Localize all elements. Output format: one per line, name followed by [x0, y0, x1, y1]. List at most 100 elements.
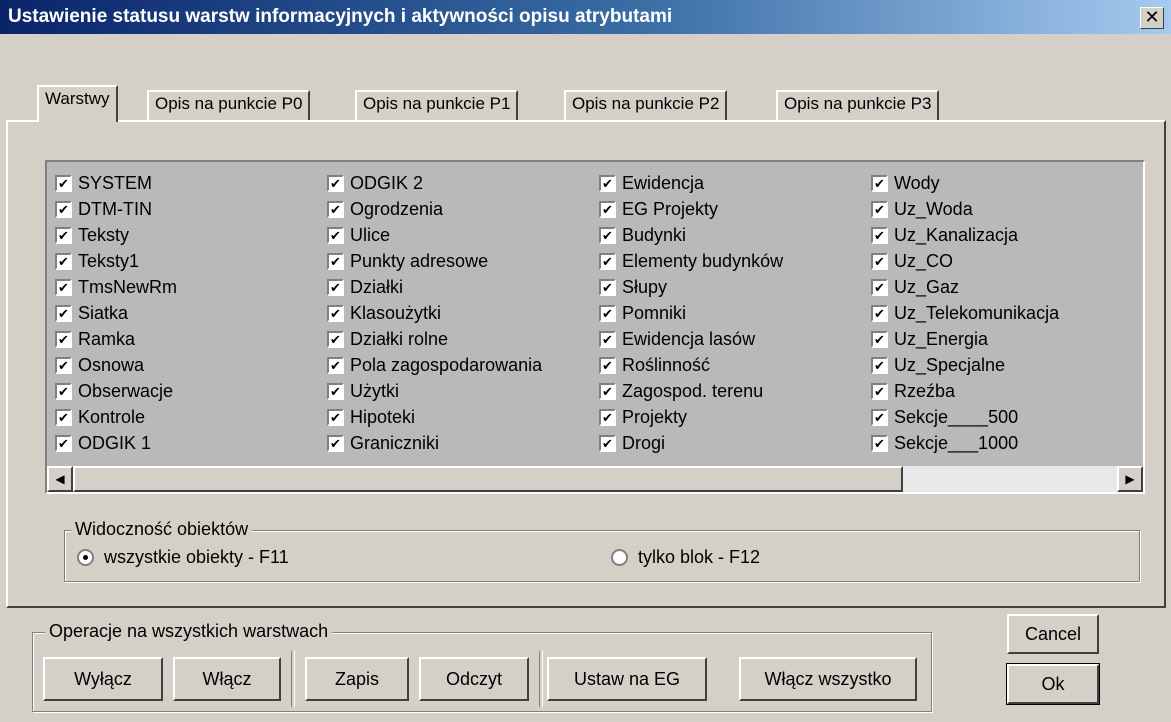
checkbox-checked-icon[interactable]: ✔ — [327, 304, 344, 322]
radio-all-objects[interactable]: wszystkie obiekty - F11 — [77, 547, 289, 568]
close-button[interactable]: ✕ — [1140, 7, 1164, 29]
checkbox-checked-icon[interactable]: ✔ — [327, 382, 344, 400]
layer-checkbox-item[interactable]: ✔ ODGIK 1 — [55, 430, 177, 456]
horizontal-scrollbar[interactable]: ◀ ▶ — [47, 466, 1143, 492]
checkbox-checked-icon[interactable]: ✔ — [327, 434, 344, 452]
checkbox-checked-icon[interactable]: ✔ — [871, 382, 888, 400]
layer-checkbox-item[interactable]: ✔ Pomniki — [599, 300, 783, 326]
layer-checkbox-item[interactable]: ✔ Graniczniki — [327, 430, 542, 456]
scroll-thumb[interactable] — [73, 466, 903, 492]
layer-checkbox-item[interactable]: ✔ Działki rolne — [327, 326, 542, 352]
layer-checkbox-item[interactable]: ✔ Roślinność — [599, 352, 783, 378]
checkbox-checked-icon[interactable]: ✔ — [599, 174, 616, 192]
checkbox-checked-icon[interactable]: ✔ — [327, 356, 344, 374]
layer-checkbox-item[interactable]: ✔ Obserwacje — [55, 378, 177, 404]
checkbox-checked-icon[interactable]: ✔ — [599, 252, 616, 270]
layer-checkbox-item[interactable]: ✔ Uz_Specjalne — [871, 352, 1059, 378]
checkbox-checked-icon[interactable]: ✔ — [599, 304, 616, 322]
checkbox-checked-icon[interactable]: ✔ — [871, 174, 888, 192]
layer-checkbox-item[interactable]: ✔ Zagospod. terenu — [599, 378, 783, 404]
layer-checkbox-item[interactable]: ✔ Wody — [871, 170, 1059, 196]
tab-opis-p2[interactable]: Opis na punkcie P2 — [564, 90, 728, 120]
checkbox-checked-icon[interactable]: ✔ — [871, 200, 888, 218]
checkbox-checked-icon[interactable]: ✔ — [599, 434, 616, 452]
checkbox-checked-icon[interactable]: ✔ — [327, 252, 344, 270]
layer-list[interactable]: ✔ SYSTEM ✔ DTM-TIN ✔ Teksty ✔ Teksty1 ✔ TmsNewRm ✔… — [45, 160, 1145, 494]
checkbox-checked-icon[interactable]: ✔ — [599, 200, 616, 218]
tab-opis-p3[interactable]: Opis na punkcie P3 — [776, 90, 940, 120]
checkbox-checked-icon[interactable]: ✔ — [327, 278, 344, 296]
tab-opis-p0[interactable]: Opis na punkcie P0 — [147, 90, 311, 120]
tab-warstwy[interactable]: Warstwy — [37, 85, 118, 122]
layer-checkbox-item[interactable]: ✔ DTM-TIN — [55, 196, 177, 222]
checkbox-checked-icon[interactable]: ✔ — [55, 330, 72, 348]
checkbox-checked-icon[interactable]: ✔ — [871, 408, 888, 426]
layer-checkbox-item[interactable]: ✔ Projekty — [599, 404, 783, 430]
checkbox-checked-icon[interactable]: ✔ — [599, 382, 616, 400]
layer-checkbox-item[interactable]: ✔ Pola zagospodarowania — [327, 352, 542, 378]
checkbox-checked-icon[interactable]: ✔ — [871, 252, 888, 270]
checkbox-checked-icon[interactable]: ✔ — [55, 226, 72, 244]
checkbox-checked-icon[interactable]: ✔ — [55, 356, 72, 374]
checkbox-checked-icon[interactable]: ✔ — [871, 356, 888, 374]
checkbox-checked-icon[interactable]: ✔ — [327, 330, 344, 348]
layer-checkbox-item[interactable]: ✔ Sekcje___1000 — [871, 430, 1059, 456]
checkbox-checked-icon[interactable]: ✔ — [55, 252, 72, 270]
radio-block-only[interactable]: tylko blok - F12 — [611, 547, 760, 568]
load-button[interactable]: Odczyt — [419, 657, 529, 701]
layer-checkbox-item[interactable]: ✔ Uz_Energia — [871, 326, 1059, 352]
checkbox-checked-icon[interactable]: ✔ — [599, 226, 616, 244]
checkbox-checked-icon[interactable]: ✔ — [55, 278, 72, 296]
tab-opis-p1[interactable]: Opis na punkcie P1 — [355, 90, 519, 120]
layer-checkbox-item[interactable]: ✔ Sekcje____500 — [871, 404, 1059, 430]
checkbox-checked-icon[interactable]: ✔ — [871, 304, 888, 322]
layer-checkbox-item[interactable]: ✔ SYSTEM — [55, 170, 177, 196]
checkbox-checked-icon[interactable]: ✔ — [599, 408, 616, 426]
layer-checkbox-item[interactable]: ✔ Ewidencja lasów — [599, 326, 783, 352]
layer-checkbox-item[interactable]: ✔ Ewidencja — [599, 170, 783, 196]
layer-checkbox-item[interactable]: ✔ TmsNewRm — [55, 274, 177, 300]
checkbox-checked-icon[interactable]: ✔ — [327, 174, 344, 192]
save-button[interactable]: Zapis — [305, 657, 409, 701]
checkbox-checked-icon[interactable]: ✔ — [871, 278, 888, 296]
layer-checkbox-item[interactable]: ✔ Słupy — [599, 274, 783, 300]
layer-checkbox-item[interactable]: ✔ Teksty1 — [55, 248, 177, 274]
enable-all-button[interactable]: Włącz wszystko — [739, 657, 917, 701]
radio-block-only-dot[interactable] — [611, 549, 628, 566]
checkbox-checked-icon[interactable]: ✔ — [599, 278, 616, 296]
layer-checkbox-item[interactable]: ✔ Użytki — [327, 378, 542, 404]
layer-checkbox-item[interactable]: ✔ Elementy budynków — [599, 248, 783, 274]
layer-checkbox-item[interactable]: ✔ Ulice — [327, 222, 542, 248]
layer-checkbox-item[interactable]: ✔ EG Projekty — [599, 196, 783, 222]
checkbox-checked-icon[interactable]: ✔ — [55, 434, 72, 452]
checkbox-checked-icon[interactable]: ✔ — [599, 330, 616, 348]
layer-checkbox-item[interactable]: ✔ Siatka — [55, 300, 177, 326]
checkbox-checked-icon[interactable]: ✔ — [327, 408, 344, 426]
checkbox-checked-icon[interactable]: ✔ — [55, 382, 72, 400]
layer-checkbox-item[interactable]: ✔ Ramka — [55, 326, 177, 352]
checkbox-checked-icon[interactable]: ✔ — [327, 200, 344, 218]
layer-checkbox-item[interactable]: ✔ Uz_Telekomunikacja — [871, 300, 1059, 326]
cancel-button[interactable]: Cancel — [1007, 614, 1099, 654]
checkbox-checked-icon[interactable]: ✔ — [871, 434, 888, 452]
layer-checkbox-item[interactable]: ✔ Klasoużytki — [327, 300, 542, 326]
checkbox-checked-icon[interactable]: ✔ — [871, 330, 888, 348]
checkbox-checked-icon[interactable]: ✔ — [327, 226, 344, 244]
scroll-left-button[interactable]: ◀ — [47, 466, 73, 492]
checkbox-checked-icon[interactable]: ✔ — [55, 304, 72, 322]
layer-checkbox-item[interactable]: ✔ Budynki — [599, 222, 783, 248]
layer-checkbox-item[interactable]: ✔ Kontrole — [55, 404, 177, 430]
layer-checkbox-item[interactable]: ✔ Działki — [327, 274, 542, 300]
ok-button[interactable]: Ok — [1006, 663, 1100, 705]
layer-checkbox-item[interactable]: ✔ Uz_Kanalizacja — [871, 222, 1059, 248]
checkbox-checked-icon[interactable]: ✔ — [599, 356, 616, 374]
layer-checkbox-item[interactable]: ✔ Hipoteki — [327, 404, 542, 430]
layer-checkbox-item[interactable]: ✔ Uz_Gaz — [871, 274, 1059, 300]
set-eg-button[interactable]: Ustaw na EG — [547, 657, 707, 701]
turn-on-all-button[interactable]: Włącz — [173, 657, 281, 701]
layer-checkbox-item[interactable]: ✔ Drogi — [599, 430, 783, 456]
checkbox-checked-icon[interactable]: ✔ — [55, 200, 72, 218]
checkbox-checked-icon[interactable]: ✔ — [55, 174, 72, 192]
layer-checkbox-item[interactable]: ✔ Uz_CO — [871, 248, 1059, 274]
layer-checkbox-item[interactable]: ✔ Rzeźba — [871, 378, 1059, 404]
